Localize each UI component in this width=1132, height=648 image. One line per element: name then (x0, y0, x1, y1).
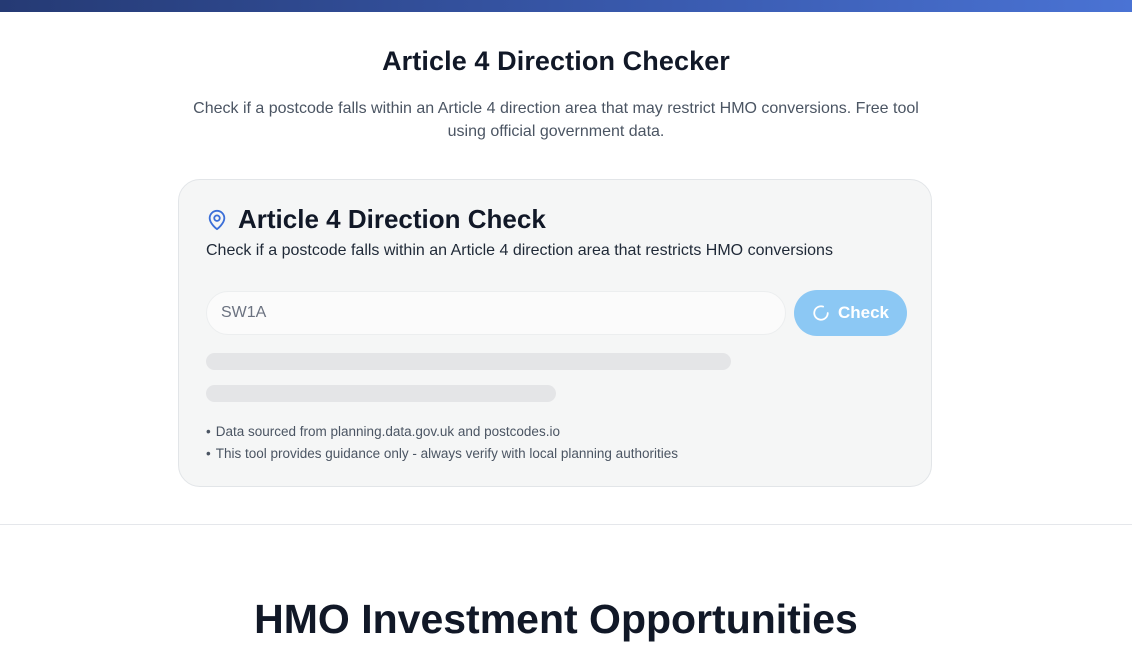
page-subtitle: Check if a postcode falls within an Arti… (193, 100, 919, 140)
loading-skeleton-line (206, 353, 731, 370)
card-description: Check if a postcode falls within an Arti… (206, 242, 833, 259)
top-accent-bar (0, 0, 1132, 12)
note-item: Data sourced from planning.data.gov.uk a… (206, 421, 678, 443)
loading-skeleton-line (206, 385, 556, 402)
note-item: This tool provides guidance only - alway… (206, 443, 678, 465)
postcode-input[interactable] (206, 291, 786, 335)
article4-check-card: Article 4 Direction Check Check if a pos… (178, 179, 932, 487)
check-button[interactable]: Check (794, 290, 907, 336)
page-title: Article 4 Direction Checker (382, 46, 730, 76)
loading-spinner-icon (812, 304, 830, 322)
section-divider (0, 524, 1132, 525)
map-pin-icon (206, 209, 228, 231)
disclaimer-notes: Data sourced from planning.data.gov.uk a… (206, 421, 678, 465)
card-header: Article 4 Direction Check (206, 204, 546, 235)
section-title: HMO Investment Opportunities (254, 596, 858, 642)
check-button-label: Check (837, 303, 890, 322)
card-title: Article 4 Direction Check (238, 204, 546, 234)
